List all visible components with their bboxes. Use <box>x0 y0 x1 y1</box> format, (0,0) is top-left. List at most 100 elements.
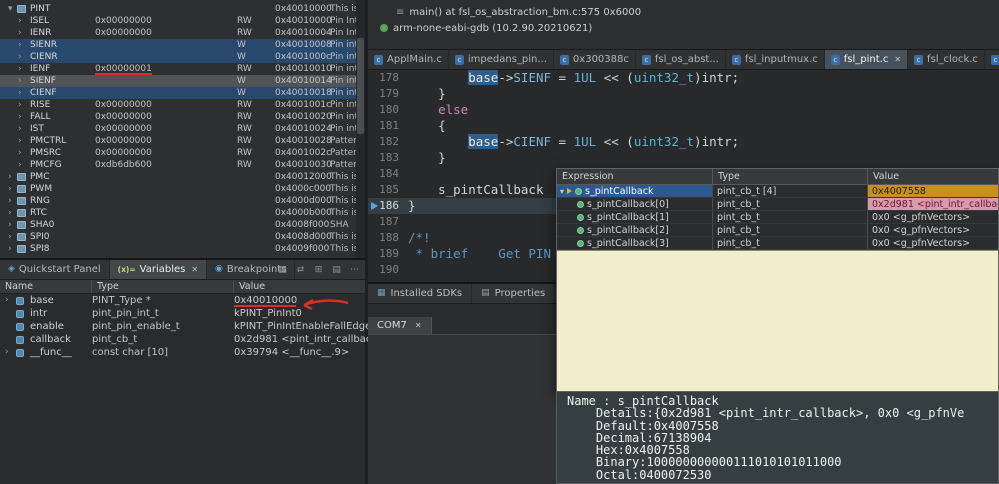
register-row-sienr[interactable]: › SIENR W 0x40010008 Pin int <box>0 39 358 51</box>
register-row-rng[interactable]: › RNG 0x4000d000 This is <box>0 195 358 207</box>
register-row-pint[interactable]: ▾ PINT 0x40010000 This is <box>0 3 358 15</box>
line-number[interactable]: 182 <box>368 134 408 150</box>
line-number[interactable]: 178 <box>368 70 408 86</box>
column-header-name[interactable]: Name <box>0 280 92 293</box>
editor-tab-fsl-inputmux-c[interactable]: c fsl_inputmux.c <box>726 50 825 69</box>
line-number[interactable]: 184 <box>368 166 408 182</box>
expander-icon[interactable]: ▾ <box>557 185 564 197</box>
register-row-isel[interactable]: › ISEL 0x00000000 RW 0x40010000 Pin Int <box>0 15 358 27</box>
terminal-tab-com7[interactable]: COM7 ✕ <box>368 317 432 334</box>
toolbar-icon-4[interactable]: ⋯ <box>347 263 362 278</box>
editor-tab-fsl-pint-c[interactable]: c fsl_pint.c ✕ <box>824 50 909 69</box>
variable-row-callback[interactable]: callback pint_cb_t 0x2d981 <pint_intr_call… <box>0 333 386 346</box>
line-number[interactable]: 185 <box>368 182 408 198</box>
expander-icon[interactable]: › <box>8 195 12 207</box>
expander-icon[interactable]: › <box>18 51 22 63</box>
close-icon[interactable]: ✕ <box>894 55 901 64</box>
register-row-cienr[interactable]: › CIENR W 0x4001000c Pin int <box>0 51 358 63</box>
toolbar-icon-3[interactable]: ▤ <box>329 263 344 278</box>
line-number[interactable]: 186 <box>368 198 408 214</box>
register-row-pwm[interactable]: › PWM 0x4000c000 This is <box>0 183 358 195</box>
line-number[interactable]: 183 <box>368 150 408 166</box>
debug-line[interactable]: arm-none-eabi-gdb (10.2.90.20210621) <box>368 20 999 36</box>
expander-icon[interactable]: › <box>18 39 22 51</box>
editor-tab-applmain-c[interactable]: c ApplMain.c <box>368 50 449 69</box>
toolbar-icon-0[interactable]: ▦ <box>275 263 290 278</box>
editor-tab-impedans-pin-[interactable]: c impedans_pin... <box>449 50 554 69</box>
debug-line[interactable]: ≡ main() at fsl_os_abstraction_bm.c:575 0… <box>368 4 999 20</box>
view-tab-variables[interactable]: (x)= Variables ✕ <box>109 260 208 279</box>
expander-icon[interactable]: › <box>18 147 22 159</box>
column-header-value[interactable]: Value <box>234 280 365 293</box>
register-row-fall[interactable]: › FALL 0x00000000 RW 0x40010020 Pin int <box>0 111 358 123</box>
code-line-182[interactable]: 182 base->CIENF = 1UL << (uint32_t)intr; <box>368 134 999 150</box>
register-row-ienr[interactable]: › IENR 0x00000000 RW 0x40010004 Pin Int <box>0 27 358 39</box>
code-line-178[interactable]: 178 base->SIENF = 1UL << (uint32_t)intr; <box>368 70 999 86</box>
register-row-ienf[interactable]: › IENF 0x00000001 RW 0x40010010 Pin int <box>0 63 358 75</box>
variable-row-enable[interactable]: enable pint_pin_enable_t kPINT_PinIntEnabl… <box>0 320 371 333</box>
register-row-cienf[interactable]: › CIENF W 0x40010018 Pin int <box>0 87 358 99</box>
editor-tab-0x300388c[interactable]: c 0x300388c <box>554 50 636 69</box>
expression-row-3[interactable]: s_pintCallback[2] pint_cb_t 0x0 <g_pfnVect… <box>557 224 998 237</box>
expander-icon[interactable]: › <box>8 231 12 243</box>
toolbar-icon-2[interactable]: ⊞ <box>311 263 326 278</box>
line-number[interactable]: 189 <box>368 246 408 262</box>
line-number[interactable]: 190 <box>368 262 408 278</box>
expander-icon[interactable]: › <box>8 207 12 219</box>
expander-icon[interactable]: ▾ <box>8 3 13 15</box>
expander-icon[interactable]: › <box>18 111 22 123</box>
scrollbar-thumb[interactable] <box>357 38 364 134</box>
expander-icon[interactable]: › <box>5 346 9 359</box>
column-header-type[interactable]: Type <box>92 280 234 293</box>
expander-icon[interactable]: › <box>18 159 22 171</box>
code-line-180[interactable]: 180 else <box>368 102 999 118</box>
expander-icon[interactable]: › <box>18 87 22 99</box>
register-row-spi8[interactable]: › SPI8 0x4009f000 This is <box>0 243 358 255</box>
expander-icon[interactable]: › <box>18 135 22 147</box>
register-row-ist[interactable]: › IST 0x00000000 RW 0x40010024 Pin int <box>0 123 358 135</box>
editor-tab-board-c[interactable]: cboard.c <box>985 50 999 69</box>
editor-tab-fsl-clock-c[interactable]: c fsl_clock.c <box>908 50 985 69</box>
expression-row-1[interactable]: s_pintCallback[0] pint_cb_t 0x2d981 <pint_… <box>557 198 998 211</box>
line-number[interactable]: 187 <box>368 214 408 230</box>
expander-icon[interactable]: › <box>8 219 12 231</box>
register-row-pmsrc[interactable]: › PMSRC 0x00000000 RW 0x4001002c Pattern <box>0 147 362 159</box>
expression-row-2[interactable]: s_pintCallback[1] pint_cb_t 0x0 <g_pfnVect… <box>557 211 998 224</box>
expander-icon[interactable]: › <box>18 15 22 27</box>
expression-detail-pane[interactable] <box>557 250 998 392</box>
expander-icon[interactable]: › <box>18 27 22 39</box>
expander-icon[interactable]: › <box>18 63 22 75</box>
toolbar-icon-1[interactable]: ⇄ <box>293 263 308 278</box>
register-row-spi0[interactable]: › SPI0 0x4008d000 This is <box>0 231 358 243</box>
code-line-181[interactable]: 181 { <box>368 118 999 134</box>
expander-icon[interactable]: › <box>8 243 12 255</box>
column-header-value[interactable]: Value <box>868 169 998 184</box>
line-number[interactable]: 180 <box>368 102 408 118</box>
column-header-expression[interactable]: Expression <box>557 169 713 184</box>
code-line-179[interactable]: 179 } <box>368 86 999 102</box>
expander-icon[interactable]: › <box>8 171 12 183</box>
close-icon[interactable]: ✕ <box>415 321 422 330</box>
expression-row-4[interactable]: s_pintCallback[3] pint_cb_t 0x0 <g_pfnVect… <box>557 237 998 250</box>
editor-tab-fsl-os-abst-[interactable]: c fsl_os_abst... <box>636 50 726 69</box>
registers-scrollbar[interactable] <box>356 0 365 258</box>
expander-icon[interactable]: › <box>18 75 22 87</box>
line-number[interactable]: 181 <box>368 118 408 134</box>
expander-icon[interactable]: › <box>5 294 9 307</box>
code-line-183[interactable]: 183 } <box>368 150 999 166</box>
register-row-pmc[interactable]: › PMC 0x40012000 This is <box>0 171 358 183</box>
view-tab-properties[interactable]: ▤ Properties <box>472 284 556 303</box>
variable-row-func[interactable]: › __func__ const char [10] 0x39794 <__func_… <box>0 346 365 359</box>
close-icon[interactable]: ✕ <box>191 265 198 274</box>
view-tab-installed-sdks[interactable]: ▦ Installed SDKs <box>368 284 473 303</box>
expander-icon[interactable]: › <box>18 99 22 111</box>
register-row-pmctrl[interactable]: › PMCTRL 0x00000000 RW 0x40010028 Pattern <box>0 135 362 147</box>
line-number[interactable]: 179 <box>368 86 408 102</box>
expression-row-0[interactable]: ▾ s_pintCallback pint_cb_t [4] 0x4007558 <box>557 185 998 198</box>
register-row-rise[interactable]: › RISE 0x00000000 RW 0x4001001c Pin int <box>0 99 358 111</box>
register-row-rtc[interactable]: › RTC 0x4000b000 This is <box>0 207 358 219</box>
expander-icon[interactable]: › <box>18 123 22 135</box>
expander-icon[interactable]: › <box>8 183 12 195</box>
register-row-sienf[interactable]: › SIENF W 0x40010014 Pin int <box>0 75 358 87</box>
register-row-pmcfg[interactable]: › PMCFG 0xdb6db600 RW 0x40010030 Pattern <box>0 159 362 171</box>
